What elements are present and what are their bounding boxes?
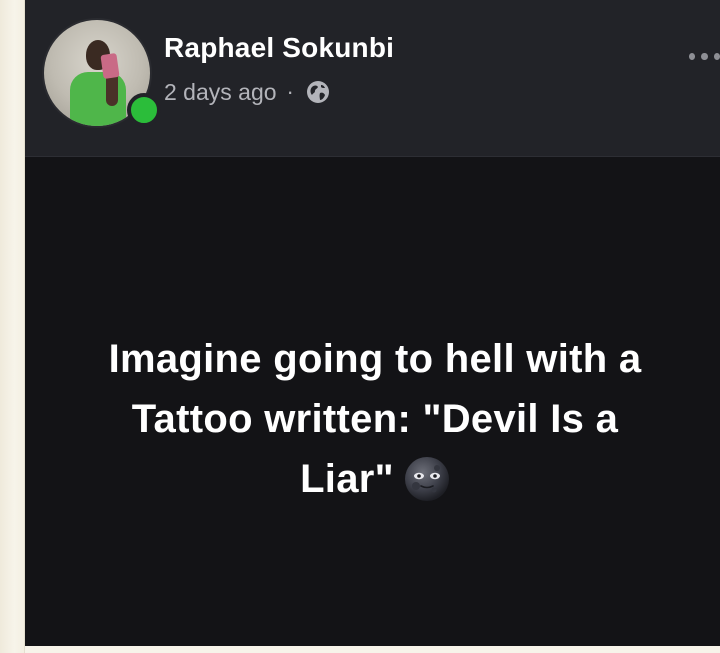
post-meta: 2 days ago ·	[164, 78, 330, 106]
author-name[interactable]: Raphael Sokunbi	[164, 32, 394, 64]
post-body: Imagine going to hell with a Tattoo writ…	[25, 157, 720, 646]
screenshot-frame: Raphael Sokunbi 2 days ago · Imagine goi…	[0, 0, 720, 653]
online-status-dot	[127, 93, 161, 127]
new-moon-face-emoji	[404, 456, 450, 502]
page-edge	[0, 0, 25, 653]
post-text: Imagine going to hell with a Tattoo writ…	[45, 329, 705, 509]
post-card: Raphael Sokunbi 2 days ago · Imagine goi…	[25, 0, 720, 646]
globe-icon[interactable]	[306, 80, 330, 104]
avatar-phone	[100, 53, 120, 79]
post-header: Raphael Sokunbi 2 days ago ·	[25, 0, 720, 157]
more-dots-icon[interactable]	[689, 48, 720, 64]
post-timestamp[interactable]: 2 days ago	[164, 79, 277, 106]
post-text-line-3-row: Liar"	[45, 449, 705, 509]
post-text-line-2: Tattoo written: "Devil Is a	[131, 397, 619, 441]
dot	[713, 52, 720, 60]
post-text-line-3: Liar"	[300, 457, 394, 501]
dot	[689, 52, 696, 60]
page-bottom-edge	[25, 646, 720, 653]
meta-separator: ·	[286, 79, 294, 104]
dot	[701, 52, 708, 60]
post-text-line-1: Imagine going to hell with a	[108, 337, 642, 381]
